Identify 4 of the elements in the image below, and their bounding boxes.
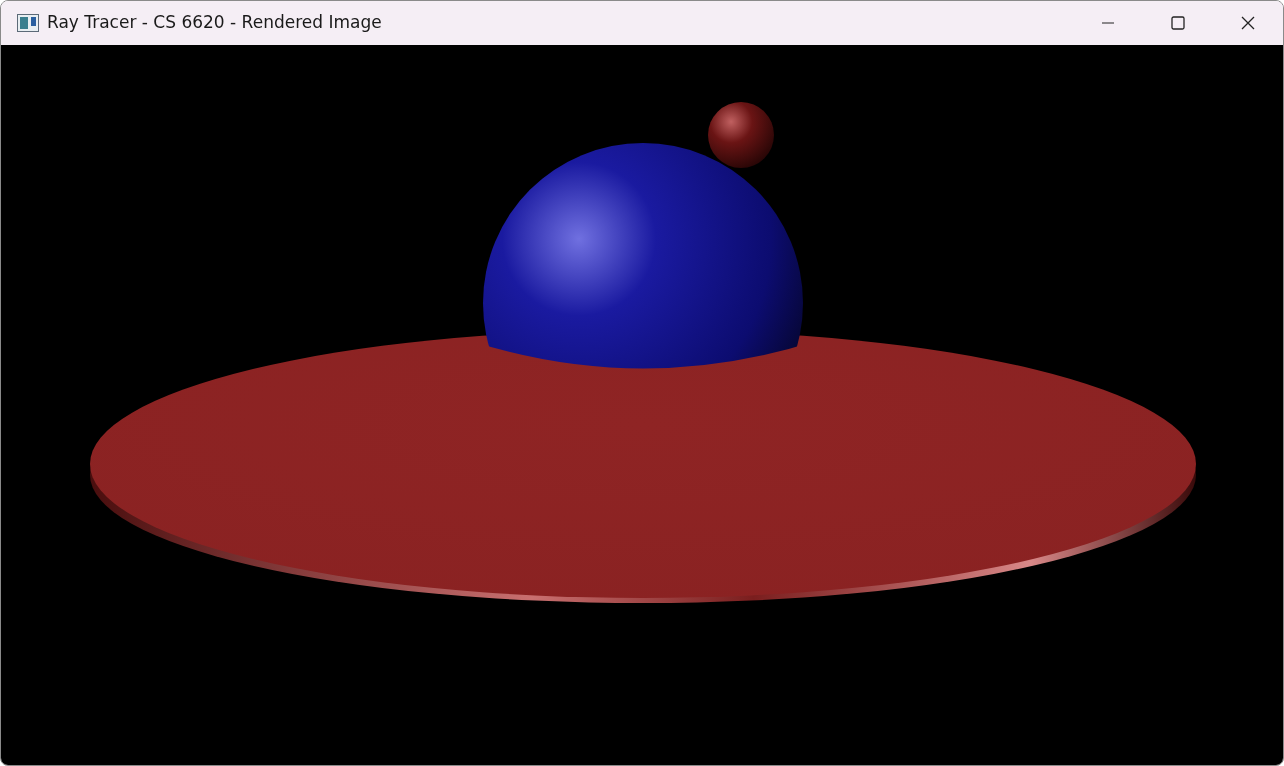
maximize-icon	[1171, 16, 1185, 30]
app-icon	[17, 14, 39, 32]
close-icon	[1241, 16, 1255, 30]
window-title: Ray Tracer - CS 6620 - Rendered Image	[47, 11, 382, 35]
